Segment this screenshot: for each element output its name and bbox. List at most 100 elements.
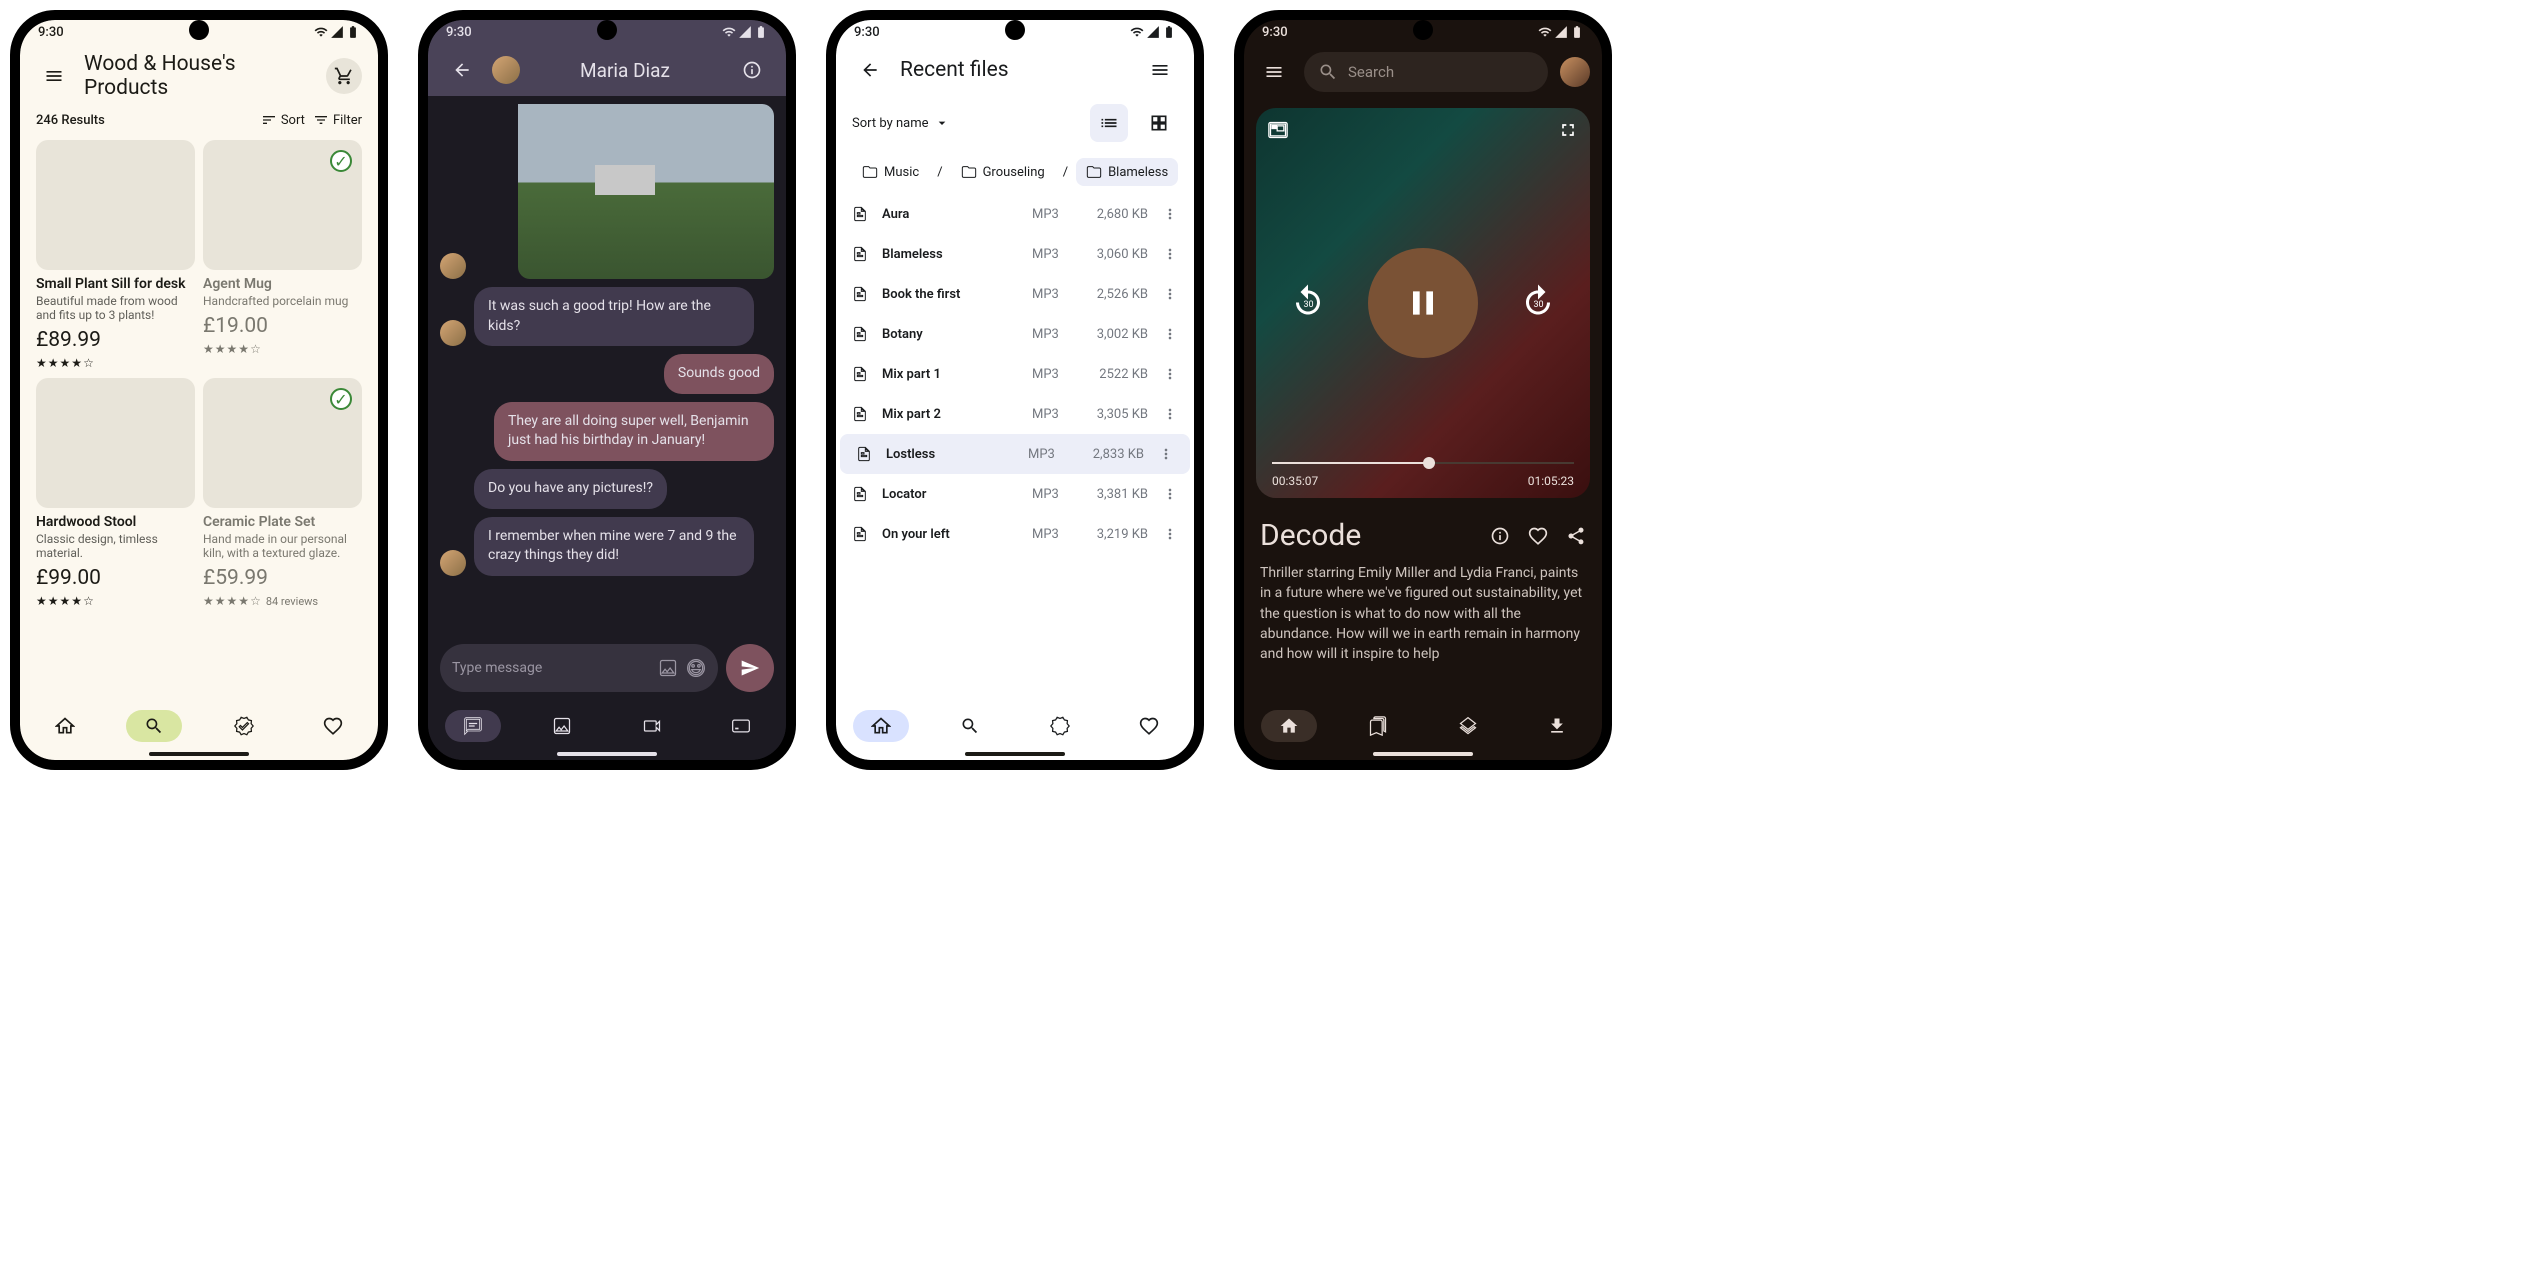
- nav-verified[interactable]: [1032, 710, 1088, 742]
- nav-home[interactable]: [37, 710, 93, 742]
- file-row[interactable]: Book the first MP3 2,526 KB: [836, 274, 1194, 314]
- check-badge: ✓: [330, 388, 352, 410]
- image-message[interactable]: [518, 104, 774, 279]
- arrow-back-icon: [452, 60, 472, 80]
- file-row[interactable]: Mix part 1 MP3 2522 KB: [836, 354, 1194, 394]
- menu-button[interactable]: [1256, 54, 1292, 90]
- pause-button[interactable]: [1368, 248, 1478, 358]
- pip-button[interactable]: [1268, 120, 1288, 144]
- file-row[interactable]: On your left MP3 3,219 KB: [836, 514, 1194, 554]
- emoji-icon[interactable]: [686, 658, 706, 678]
- breadcrumb-item[interactable]: Blameless: [1076, 158, 1178, 186]
- home-icon: [55, 716, 75, 736]
- nav-search[interactable]: [942, 710, 998, 742]
- breadcrumb-item[interactable]: Grouseling: [951, 158, 1055, 186]
- file-icon: [852, 526, 868, 542]
- heart-icon[interactable]: [1528, 526, 1548, 546]
- more-icon[interactable]: [1162, 206, 1178, 222]
- list-view-button[interactable]: [1090, 104, 1128, 142]
- statusbar: 9:30: [20, 20, 378, 44]
- more-icon[interactable]: [1162, 486, 1178, 502]
- topbar: Wood & House's Products: [20, 44, 378, 108]
- product-price: £89.99: [36, 328, 195, 352]
- svg-text:30: 30: [1534, 300, 1544, 310]
- topbar: Search: [1244, 44, 1602, 100]
- nav-verified[interactable]: [216, 710, 272, 742]
- nav-card[interactable]: [713, 710, 769, 742]
- more-icon[interactable]: [1162, 526, 1178, 542]
- back-button[interactable]: [444, 52, 480, 88]
- nav-chat[interactable]: [445, 710, 501, 742]
- message-bubble-out[interactable]: They are all doing super well, Benjamin …: [494, 402, 774, 461]
- menu-button[interactable]: [36, 58, 72, 94]
- file-row[interactable]: Lostless MP3 2,833 KB: [840, 434, 1190, 474]
- menu-button[interactable]: [1142, 52, 1178, 88]
- message-bubble-out[interactable]: Sounds good: [664, 354, 774, 394]
- more-icon[interactable]: [1162, 246, 1178, 262]
- chat-icon: [463, 716, 483, 736]
- cart-icon: [334, 66, 354, 86]
- send-button[interactable]: [726, 644, 774, 692]
- signal-icon: [1146, 25, 1160, 39]
- file-row[interactable]: Blameless MP3 3,060 KB: [836, 234, 1194, 274]
- message-bubble-in[interactable]: I remember when mine were 7 and 9 the cr…: [474, 517, 754, 576]
- more-icon[interactable]: [1162, 366, 1178, 382]
- bottom-nav: [428, 692, 786, 760]
- nav-home[interactable]: [1261, 710, 1317, 742]
- fullscreen-button[interactable]: [1558, 120, 1578, 144]
- grid-icon: [1149, 113, 1169, 133]
- breadcrumb-sep: /: [1063, 165, 1068, 180]
- info-button[interactable]: [734, 52, 770, 88]
- breadcrumbs: Music / Grouseling / Blameless: [836, 150, 1194, 194]
- nav-home[interactable]: [853, 710, 909, 742]
- share-icon[interactable]: [1566, 526, 1586, 546]
- bottom-nav: [20, 692, 378, 760]
- nav-download[interactable]: [1529, 710, 1585, 742]
- file-name: Mix part 2: [882, 407, 1018, 422]
- forward-30-button[interactable]: 30: [1520, 283, 1556, 323]
- cart-button[interactable]: [326, 58, 362, 94]
- message-bubble-in[interactable]: It was such a good trip! How are the kid…: [474, 287, 754, 346]
- seek-bar[interactable]: [1272, 462, 1574, 464]
- more-icon[interactable]: [1162, 286, 1178, 302]
- file-row[interactable]: Mix part 2 MP3 3,305 KB: [836, 394, 1194, 434]
- nav-video[interactable]: [624, 710, 680, 742]
- message-bubble-in[interactable]: Do you have any pictures!?: [474, 469, 667, 509]
- sort-dropdown[interactable]: Sort by name: [852, 115, 1078, 131]
- product-title: Ceramic Plate Set: [203, 514, 362, 530]
- user-avatar[interactable]: [1560, 57, 1590, 87]
- file-row[interactable]: Locator MP3 3,381 KB: [836, 474, 1194, 514]
- nav-search[interactable]: [126, 710, 182, 742]
- rewind-30-button[interactable]: 30: [1290, 283, 1326, 323]
- message-list[interactable]: It was such a good trip! How are the kid…: [428, 104, 786, 696]
- search-input[interactable]: Search: [1304, 52, 1548, 92]
- more-icon[interactable]: [1158, 446, 1174, 462]
- breadcrumb-sep: /: [937, 165, 942, 180]
- more-icon[interactable]: [1162, 406, 1178, 422]
- file-size: 2522 KB: [1084, 367, 1148, 382]
- back-button[interactable]: [852, 52, 888, 88]
- nav-layers[interactable]: [1440, 710, 1496, 742]
- product-card[interactable]: Hardwood Stool Classic design, timless m…: [36, 378, 195, 608]
- info-icon[interactable]: [1490, 526, 1510, 546]
- video-player[interactable]: 30 30 00:35:07 01:05:23: [1256, 108, 1590, 498]
- sort-button[interactable]: Sort: [261, 112, 305, 128]
- nav-bookmark[interactable]: [1350, 710, 1406, 742]
- send-icon: [740, 658, 760, 678]
- breadcrumb-item[interactable]: Music: [852, 158, 929, 186]
- message-input[interactable]: Type message: [440, 644, 718, 692]
- filter-button[interactable]: Filter: [313, 112, 362, 128]
- product-card[interactable]: ✓ Agent Mug Handcrafted porcelain mug £1…: [203, 140, 362, 370]
- file-size: 3,305 KB: [1084, 407, 1148, 422]
- nav-favorite[interactable]: [305, 710, 361, 742]
- file-row[interactable]: Botany MP3 3,002 KB: [836, 314, 1194, 354]
- nav-favorite[interactable]: [1121, 710, 1177, 742]
- product-card[interactable]: Small Plant Sill for desk Beautiful made…: [36, 140, 195, 370]
- file-row[interactable]: Aura MP3 2,680 KB: [836, 194, 1194, 234]
- more-icon[interactable]: [1162, 326, 1178, 342]
- message-row: They are all doing super well, Benjamin …: [440, 402, 774, 461]
- grid-view-button[interactable]: [1140, 104, 1178, 142]
- image-icon[interactable]: [658, 658, 678, 678]
- product-card[interactable]: ✓ Ceramic Plate Set Hand made in our per…: [203, 378, 362, 608]
- nav-image[interactable]: [534, 710, 590, 742]
